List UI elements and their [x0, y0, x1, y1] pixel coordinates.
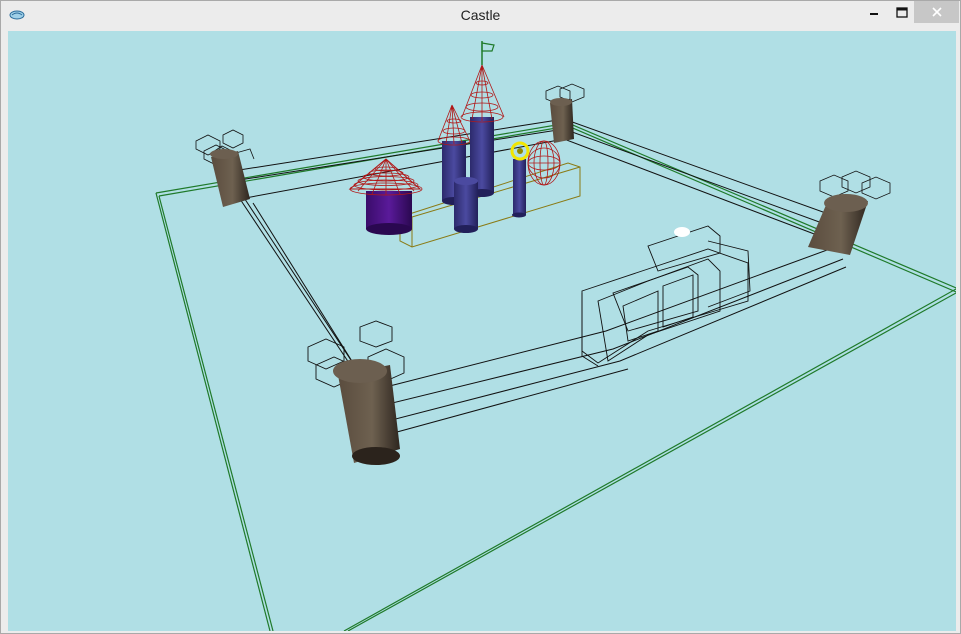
maximize-button[interactable]: [887, 1, 917, 23]
title-bar[interactable]: Castle: [1, 1, 960, 30]
minimize-button[interactable]: [859, 1, 889, 23]
keep-front-tower: [454, 177, 478, 233]
keep-thin-tower: [512, 159, 526, 218]
close-icon: [931, 7, 942, 17]
app-icon: [9, 10, 25, 20]
castle-scene: [155, 41, 956, 631]
flag: [481, 42, 495, 52]
window-title: Castle: [460, 7, 501, 23]
close-button[interactable]: [914, 1, 959, 23]
minimize-icon: [870, 13, 878, 15]
keep-center-tower: [460, 41, 505, 197]
outer-walls: [232, 118, 849, 436]
yellow-ring: [510, 141, 530, 161]
tower-back-left: [195, 129, 255, 207]
gatehouse-light: [674, 227, 690, 237]
gatehouse: [581, 225, 751, 367]
3d-viewport[interactable]: [8, 31, 956, 631]
tower-right: [808, 170, 891, 255]
maximize-icon: [896, 6, 908, 18]
keep-purple-tower: [348, 158, 423, 235]
tower-front-left: [307, 320, 405, 465]
app-window: Castle: [0, 0, 961, 634]
wire-sphere: [527, 140, 561, 186]
